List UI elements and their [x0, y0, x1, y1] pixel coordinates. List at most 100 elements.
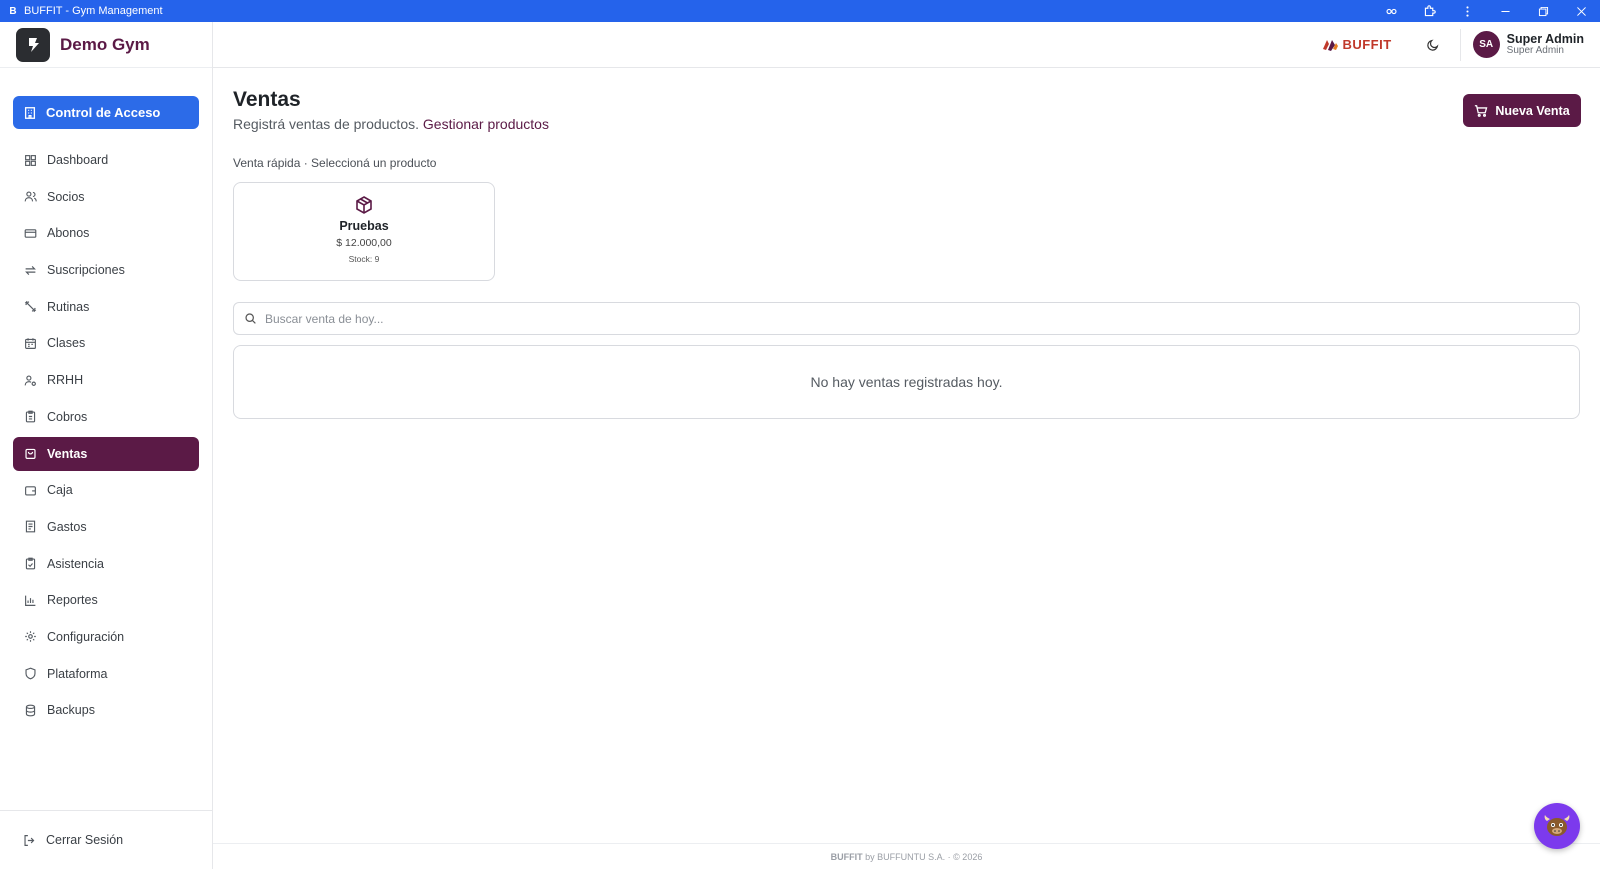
- sidebar-item-label: Clases: [47, 336, 86, 351]
- sidebar-item-clases[interactable]: Clases: [13, 326, 199, 360]
- sidebar-item-label: Configuración: [47, 629, 125, 644]
- package-icon: [356, 196, 372, 214]
- footer-text: by BUFFUNTU S.A. · © 2026: [865, 851, 983, 862]
- sidebar: Demo Gym Control de Acceso Dashboard Soc…: [0, 22, 213, 869]
- main-content: Ventas Registrá ventas de productos. Ges…: [213, 68, 1600, 843]
- new-sale-label: Nueva Venta: [1495, 103, 1570, 118]
- sidebar-item-ventas[interactable]: Ventas: [13, 436, 199, 471]
- user-info: Super Admin Super Admin: [1506, 32, 1584, 57]
- shopping-bag-icon: [23, 447, 37, 461]
- sidebar-item-socios[interactable]: Socios: [13, 180, 199, 214]
- logout-label: Cerrar Sesión: [46, 833, 124, 847]
- wallet-icon: [23, 483, 37, 497]
- minimize-icon[interactable]: [1486, 0, 1524, 22]
- sidebar-item-backups[interactable]: Backups: [13, 693, 199, 727]
- sidebar-item-label: Cobros: [47, 409, 88, 424]
- shield-icon: [23, 667, 37, 681]
- sidebar-item-plataforma[interactable]: Plataforma: [13, 657, 199, 691]
- sidebar-item-label: Gastos: [47, 519, 87, 534]
- repeat-icon: [23, 263, 37, 277]
- product-price: $ 12.000,00: [336, 237, 392, 249]
- sidebar-item-label: Asistencia: [47, 556, 104, 571]
- access-control-label: Control de Acceso: [46, 105, 161, 120]
- theme-toggle-button[interactable]: [1420, 32, 1446, 58]
- page-title: Ventas: [233, 88, 301, 111]
- logout-icon: [24, 834, 35, 846]
- sidebar-item-label: Caja: [47, 483, 73, 498]
- close-icon[interactable]: [1562, 0, 1600, 22]
- more-vertical-icon[interactable]: [1448, 0, 1486, 22]
- sidebar-item-configuracion[interactable]: Configuración: [13, 620, 199, 654]
- dashboard-icon: [23, 153, 37, 167]
- page-subtitle: Registrá ventas de productos. Gestionar …: [233, 116, 549, 132]
- window-title: BUFFIT - Gym Management: [24, 5, 163, 17]
- receipt-icon: [23, 520, 37, 534]
- sidebar-item-caja[interactable]: Caja: [13, 473, 199, 507]
- sidebar-item-label: Socios: [47, 189, 85, 204]
- top-header: BUFFIT SA Super Admin Super Admin: [213, 22, 1600, 68]
- search-icon: [245, 313, 256, 324]
- key-icon[interactable]: [1372, 0, 1410, 22]
- user-role: Super Admin: [1506, 44, 1564, 56]
- calendar-icon: [23, 336, 37, 350]
- product-stock: Stock: 9: [348, 254, 380, 264]
- sidebar-item-label: Reportes: [47, 593, 98, 608]
- app-icon: B: [9, 5, 17, 17]
- quick-sale-label: Venta rápida · Seleccioná un producto: [233, 156, 437, 170]
- search-input[interactable]: [265, 311, 1565, 326]
- manage-products-link[interactable]: Gestionar productos: [423, 116, 549, 132]
- sidebar-item-asistencia[interactable]: Asistencia: [13, 547, 199, 581]
- sidebar-item-reportes[interactable]: Reportes: [13, 583, 199, 617]
- card-icon: [23, 226, 37, 240]
- assistant-mascot-button[interactable]: [1534, 803, 1580, 849]
- gear-icon: [23, 630, 37, 644]
- sidebar-item-label: Plataforma: [47, 666, 108, 681]
- sidebar-item-abonos[interactable]: Abonos: [13, 216, 199, 250]
- page-subtitle-text: Registrá ventas de productos.: [233, 116, 419, 132]
- search-box: [233, 302, 1580, 335]
- brand-name: Demo Gym: [60, 34, 150, 54]
- users-icon: [23, 190, 37, 204]
- sidebar-item-gastos[interactable]: Gastos: [13, 510, 199, 544]
- bar-chart-icon: [23, 593, 37, 607]
- sidebar-item-rutinas[interactable]: Rutinas: [13, 290, 199, 324]
- restore-icon[interactable]: [1524, 0, 1562, 22]
- sidebar-item-label: Rutinas: [47, 299, 90, 314]
- footer-brand: BUFFIT: [830, 851, 863, 862]
- sidebar-brand[interactable]: Demo Gym: [0, 22, 212, 68]
- window-controls: [1372, 0, 1600, 22]
- buffit-logo-text: BUFFIT: [1342, 37, 1392, 52]
- new-sale-button[interactable]: Nueva Venta: [1463, 94, 1581, 127]
- brand-logo-icon: [16, 27, 50, 62]
- extension-icon[interactable]: [1410, 0, 1448, 22]
- database-icon: [23, 703, 37, 717]
- clipboard-check-icon: [23, 557, 37, 571]
- sidebar-item-label: Abonos: [47, 226, 90, 241]
- footer: BUFFIT by BUFFUNTU S.A. · © 2026: [213, 843, 1600, 869]
- sidebar-item-label: RRHH: [47, 373, 84, 388]
- sidebar-item-label: Dashboard: [47, 153, 109, 167]
- sidebar-item-cobros[interactable]: Cobros: [13, 400, 199, 434]
- avatar: SA: [1472, 31, 1500, 58]
- sidebar-item-label: Ventas: [47, 446, 88, 461]
- sidebar-item-rrhh[interactable]: RRHH: [13, 363, 199, 397]
- user-cog-icon: [23, 373, 37, 387]
- building-icon: [24, 106, 36, 119]
- product-card[interactable]: Pruebas $ 12.000,00 Stock: 9: [233, 182, 495, 281]
- moon-icon: [1426, 39, 1439, 51]
- dumbbell-icon: [23, 300, 37, 314]
- buffit-logo-icon: [1323, 39, 1339, 51]
- user-menu[interactable]: SA Super Admin Super Admin: [1459, 28, 1584, 61]
- bull-mascot-icon: [1544, 815, 1570, 836]
- cart-icon: [1475, 104, 1488, 117]
- buffit-logo: BUFFIT: [1321, 37, 1391, 53]
- sidebar-item-label: Suscripciones: [47, 263, 125, 278]
- sidebar-item-suscripciones[interactable]: Suscripciones: [13, 253, 199, 287]
- sidebar-item-dashboard[interactable]: Dashboard: [13, 143, 199, 177]
- sidebar-nav: Dashboard Socios Abonos Suscripciones Ru…: [13, 143, 199, 730]
- product-name: Pruebas: [339, 219, 389, 233]
- logout-button[interactable]: Cerrar Sesión: [0, 810, 212, 869]
- access-control-button[interactable]: Control de Acceso: [13, 96, 199, 129]
- sidebar-item-label: Backups: [47, 703, 95, 718]
- clipboard-icon: [23, 410, 37, 424]
